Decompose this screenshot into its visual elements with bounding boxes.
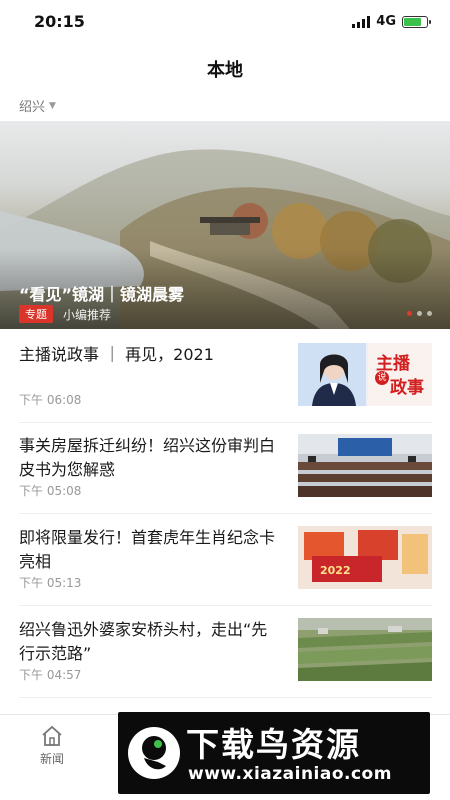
carousel-dot: [427, 311, 432, 316]
news-title: 绍兴鲁迅外婆家安桥头村，走出“先行示范路”: [19, 620, 268, 663]
news-item[interactable]: 事关房屋拆迁纠纷！绍兴这份审判白皮书为您解惑 下午 05:08: [0, 434, 450, 524]
card-thumbnail: 2022: [298, 526, 432, 589]
village-thumbnail: [298, 618, 432, 681]
divider: [19, 697, 432, 698]
battery-level: [404, 17, 421, 26]
status-indicators: 4G: [352, 14, 431, 29]
news-time: 下午 05:08: [19, 484, 82, 498]
watermark-url: www.xiazainiao.com: [188, 764, 392, 784]
tab-news[interactable]: 新闻: [40, 725, 64, 767]
banner-carousel[interactable]: “看见”镜湖｜镜湖晨雾 专题 小编推荐: [0, 121, 450, 329]
thumb-text: 政事: [390, 378, 424, 398]
carousel-indicator: [407, 311, 432, 316]
watermark: 下载鸟资源 www.xiazainiao.com: [118, 712, 430, 794]
page-title: 本地: [207, 60, 243, 81]
news-time: 下午 04:57: [19, 668, 82, 682]
divider: [19, 422, 432, 423]
courtroom-thumbnail: [298, 434, 432, 497]
tab-news-label: 新闻: [40, 752, 65, 766]
news-title: 即将限量发行！首套虎年生肖纪念卡亮相: [19, 528, 276, 571]
news-item[interactable]: 主播说政事 ｜ 再见，2021 下午 06:08 主播 说 政事: [0, 343, 450, 433]
news-time: 下午 06:08: [19, 393, 82, 407]
news-time: 下午 05:13: [19, 576, 82, 590]
news-title: 主播说政事 ｜ 再见，2021: [19, 345, 214, 364]
city-selector[interactable]: 绍兴 ▼: [19, 96, 56, 115]
thumb-text: 说: [375, 371, 389, 385]
news-item[interactable]: 即将限量发行！首套虎年生肖纪念卡亮相 下午 05:13 2022: [0, 526, 450, 616]
banner-meta: 专题 小编推荐: [19, 305, 111, 323]
watermark-title: 下载鸟资源: [186, 725, 361, 764]
city-label: 绍兴: [19, 100, 46, 115]
carousel-dot: [407, 311, 412, 316]
home-icon: [42, 725, 62, 746]
topic-badge: 专题: [19, 305, 53, 323]
anchor-thumbnail: 主播 说 政事: [298, 343, 432, 406]
news-item[interactable]: 绍兴鲁迅外婆家安桥头村，走出“先行示范路” 下午 04:57: [0, 618, 450, 708]
banner-title: “看见”镜湖｜镜湖晨雾: [19, 285, 185, 304]
chevron-down-icon: ▼: [49, 100, 56, 111]
banner-source: 小编推荐: [63, 307, 112, 322]
bird-logo-icon: [128, 727, 180, 779]
status-time: 20:15: [34, 12, 85, 31]
news-title: 事关房屋拆迁纠纷！绍兴这份审判白皮书为您解惑: [19, 436, 276, 479]
divider: [19, 605, 432, 606]
status-bar: 20:15 4G: [0, 0, 450, 44]
carousel-dot: [417, 311, 422, 316]
battery-icon: [402, 15, 431, 28]
signal-icon: [352, 15, 371, 28]
divider: [19, 513, 432, 514]
network-type: 4G: [376, 14, 396, 29]
svg-text:2022: 2022: [320, 564, 351, 577]
